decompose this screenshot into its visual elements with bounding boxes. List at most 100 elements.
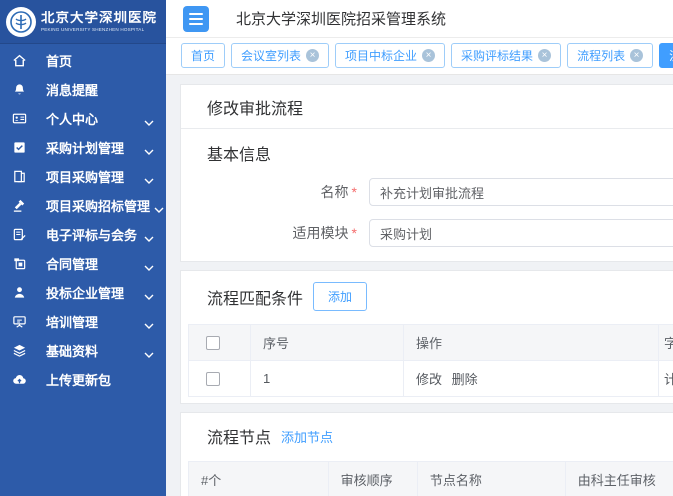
book-icon (12, 169, 27, 184)
cell-no: 1 (251, 361, 404, 397)
chevron-down-icon (144, 289, 154, 296)
sidebar-item-label: 培训管理 (46, 312, 140, 331)
sidebar-item-bidder-enterprise[interactable]: 投标企业管理 (0, 278, 166, 307)
required-mark: * (352, 225, 357, 241)
presentation-icon (12, 314, 27, 329)
close-icon[interactable]: × (630, 49, 643, 62)
sidebar-item-project-procurement[interactable]: 项目采购管理 (0, 162, 166, 191)
sidebar-item-label: 采购计划管理 (46, 138, 140, 157)
sidebar-item-label: 投标企业管理 (46, 283, 140, 302)
sidebar-item-training-management[interactable]: 培训管理 (0, 307, 166, 336)
content-area: 修改审批流程 基本信息 名称* 适用模块* 流程匹配条件 (166, 75, 673, 496)
tab-project-winning-bidders[interactable]: 项目中标企业 × (335, 43, 445, 68)
cell-ops: 修改 删除 (404, 361, 659, 397)
bell-icon (12, 82, 27, 97)
sidebar-item-label: 项目采购招标管理 (46, 196, 150, 215)
chevron-down-icon (144, 347, 154, 354)
sidebar-item-personal-center[interactable]: 个人中心 (0, 104, 166, 133)
sidebar-item-label: 合同管理 (46, 254, 140, 273)
sidebar-item-contract-management[interactable]: 合同管理 (0, 249, 166, 278)
id-card-icon (12, 111, 27, 126)
close-icon[interactable]: × (538, 49, 551, 62)
tab-home[interactable]: 首页 (181, 43, 225, 68)
delete-link[interactable]: 删除 (452, 372, 478, 387)
chevron-down-icon (144, 115, 154, 122)
close-icon[interactable]: × (422, 49, 435, 62)
sidebar-item-procurement-plan[interactable]: 采购计划管理 (0, 133, 166, 162)
add-condition-button[interactable]: 添加 (313, 282, 367, 311)
module-input[interactable] (369, 219, 673, 247)
sidebar-menu: 首页 消息提醒 个人中心 采购 (0, 44, 166, 394)
home-icon (12, 53, 27, 68)
sidebar-header: 北京大学深圳医院 PEKING UNIVERSITY SHENZHEN HOSP… (0, 0, 166, 44)
add-node-link[interactable]: 添加节点 (281, 427, 333, 446)
topbar: 北京大学深圳医院招采管理系统 (166, 0, 673, 38)
doc-edit-icon (12, 227, 27, 242)
sidebar-item-label: 上传更新包 (46, 370, 154, 389)
hospital-name-en: PEKING UNIVERSITY SHENZHEN HOSPITAL (41, 27, 157, 32)
column-header-actions: #个 (189, 462, 329, 496)
sidebar-item-home[interactable]: 首页 (0, 46, 166, 75)
form-row-name: 名称* (207, 178, 673, 206)
required-mark: * (352, 184, 357, 200)
sidebar-item-label: 个人中心 (46, 109, 140, 128)
sidebar-item-bidding-management[interactable]: 项目采购招标管理 (0, 191, 166, 220)
sidebar-item-messages[interactable]: 消息提醒 (0, 75, 166, 104)
column-header-extra: 字 (659, 325, 673, 361)
name-label: 名称* (207, 182, 357, 202)
tab-label: 会议室列表 (241, 47, 301, 64)
tab-bar: 首页 会议室列表 × 项目中标企业 × 采购评标结果 × 流程列表 × 流程 × (166, 38, 673, 75)
contract-icon (12, 256, 27, 271)
name-input[interactable] (369, 178, 673, 206)
module-label: 适用模块* (207, 223, 357, 243)
chevron-down-icon (144, 144, 154, 151)
chevron-down-icon (144, 173, 154, 180)
flow-nodes-table: #个 审核顺序 节点名称 由科主任审核 修改 删除 1 (188, 461, 673, 496)
tab-flow[interactable]: 流程 × (659, 43, 673, 68)
tab-meeting-room-list[interactable]: 会议室列表 × (231, 43, 329, 68)
tab-evaluation-results[interactable]: 采购评标结果 × (451, 43, 561, 68)
cell-extra: 计 (659, 361, 673, 397)
main-area: 北京大学深圳医院招采管理系统 首页 会议室列表 × 项目中标企业 × 采购评标结… (166, 0, 673, 496)
sidebar-item-label: 项目采购管理 (46, 167, 140, 186)
edit-link[interactable]: 修改 (416, 372, 442, 387)
tab-label: 流程 (669, 47, 673, 64)
sidebar-item-label: 首页 (46, 51, 154, 70)
sidebar-item-label: 电子评标与会务 (46, 225, 140, 244)
hospital-name: 北京大学深圳医院 (41, 11, 157, 26)
select-all-checkbox[interactable] (206, 336, 220, 350)
sidebar-item-basic-data[interactable]: 基础资料 (0, 336, 166, 365)
flow-nodes-card: 流程节点 添加节点 #个 审核顺序 节点名称 由科主任审核 (180, 412, 673, 496)
chevron-down-icon (154, 202, 164, 209)
sidebar-title: 北京大学深圳医院 PEKING UNIVERSITY SHENZHEN HOSP… (41, 11, 157, 33)
sidebar-item-e-evaluation[interactable]: 电子评标与会务 (0, 220, 166, 249)
hamburger-menu-icon[interactable] (183, 6, 209, 32)
chevron-down-icon (144, 260, 154, 267)
column-header-no: 序号 (251, 325, 404, 361)
hospital-logo-icon (6, 7, 36, 37)
layers-icon (12, 343, 27, 358)
row-checkbox[interactable] (206, 372, 220, 386)
edit-flow-card: 修改审批流程 基本信息 名称* 适用模块* (180, 84, 673, 262)
close-icon[interactable]: × (306, 49, 319, 62)
column-header-node-name: 节点名称 (417, 462, 565, 496)
tab-flow-list[interactable]: 流程列表 × (567, 43, 653, 68)
match-conditions-card: 流程匹配条件 添加 序号 操作 字 (180, 270, 673, 404)
sidebar-item-upload-package[interactable]: 上传更新包 (0, 365, 166, 394)
tab-label: 项目中标企业 (345, 47, 417, 64)
chevron-down-icon (144, 231, 154, 238)
form-row-module: 适用模块* (207, 219, 673, 247)
table-row: 1 修改 删除 计 (189, 361, 673, 397)
tab-label: 采购评标结果 (461, 47, 533, 64)
chevron-down-icon (144, 318, 154, 325)
page-title: 修改审批流程 (181, 85, 673, 129)
match-conditions-title: 流程匹配条件 (207, 285, 303, 309)
tab-label: 首页 (191, 47, 215, 64)
gavel-icon (12, 198, 27, 213)
basic-info-title: 基本信息 (207, 141, 673, 165)
cloud-upload-icon (12, 372, 27, 387)
app-root: 北京大学深圳医院 PEKING UNIVERSITY SHENZHEN HOSP… (0, 0, 673, 496)
clipboard-check-icon (12, 140, 27, 155)
match-conditions-table: 序号 操作 字 1 修改 删除 计 (188, 324, 673, 397)
column-header-ops: 操作 (404, 325, 659, 361)
